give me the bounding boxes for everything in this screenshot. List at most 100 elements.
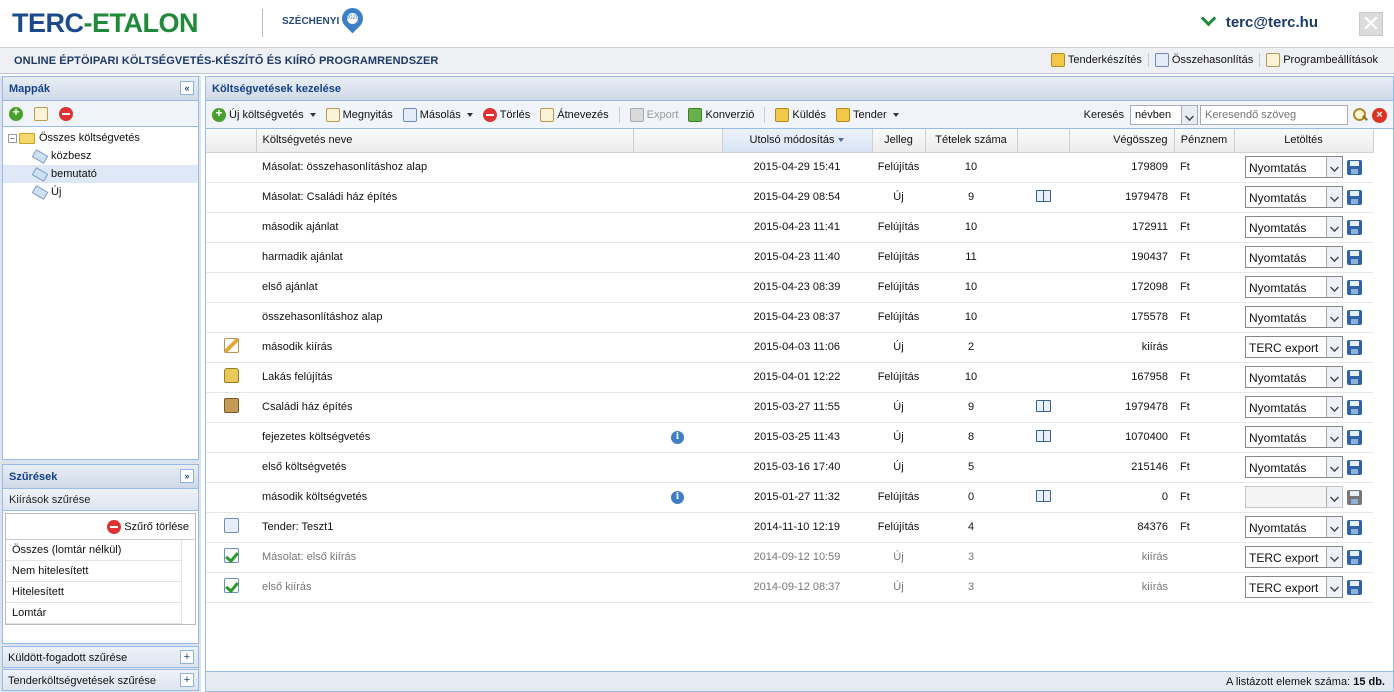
- save-icon[interactable]: [1347, 399, 1362, 415]
- save-icon[interactable]: [1347, 339, 1362, 355]
- row-name[interactable]: Másolat: Családi ház építés: [256, 182, 633, 213]
- row-name[interactable]: első kiírás: [256, 572, 633, 603]
- table-row[interactable]: Családi ház építés 2015-03-27 11:55 Új 9 197…: [206, 392, 1373, 423]
- table-row[interactable]: második kiírás 2015-04-03 11:06 Új 2 kiírás T…: [206, 332, 1373, 363]
- tree-collapse-toggle[interactable]: −: [8, 133, 17, 143]
- book-icon[interactable]: [1035, 489, 1051, 502]
- save-icon[interactable]: [1347, 369, 1362, 385]
- row-name[interactable]: Lakás felújítás: [256, 362, 633, 393]
- search-mode-select[interactable]: névben: [1130, 105, 1198, 125]
- collapse-panel-button[interactable]: «: [180, 81, 194, 95]
- row-name[interactable]: második kiírás: [256, 332, 633, 363]
- delete-folder-icon[interactable]: [59, 106, 73, 121]
- download-select[interactable]: Nyomtatás: [1245, 426, 1343, 448]
- export-button[interactable]: Export: [629, 107, 678, 122]
- tree-item-kozbesz[interactable]: közbesz: [3, 147, 198, 165]
- download-select[interactable]: Nyomtatás: [1245, 306, 1343, 328]
- copy-button[interactable]: Másolás: [402, 107, 473, 122]
- row-name[interactable]: második ajánlat: [256, 212, 633, 243]
- book-icon[interactable]: [1035, 399, 1051, 412]
- download-select[interactable]: TERC export: [1245, 576, 1343, 598]
- filter-item-lomtar[interactable]: Lomtár: [6, 603, 182, 624]
- convert-button[interactable]: Konverzió: [688, 107, 754, 122]
- edit-folder-icon[interactable]: [34, 106, 48, 121]
- logout-close-button[interactable]: ✕: [1359, 12, 1383, 36]
- col-type-header[interactable]: Jelleg: [872, 129, 926, 153]
- row-name[interactable]: első ajánlat: [256, 272, 633, 303]
- download-select[interactable]: Nyomtatás: [1245, 396, 1343, 418]
- expand-plus-icon[interactable]: +: [180, 650, 194, 664]
- send-button[interactable]: Küldés: [775, 107, 826, 122]
- accordion-tenderkoltsegvetesek[interactable]: Tenderköltségvetések szűrése +: [2, 669, 199, 691]
- accordion-kuldott-fogadott[interactable]: Küldött-fogadott szűrése +: [2, 646, 199, 668]
- user-menu[interactable]: terc@terc.hu: [1200, 10, 1318, 31]
- info-icon[interactable]: i: [671, 491, 684, 504]
- save-icon[interactable]: [1347, 159, 1362, 175]
- info-icon[interactable]: i: [671, 431, 684, 444]
- terc-etalon-logo[interactable]: TERC-ETALON: [12, 9, 198, 37]
- row-name[interactable]: Másolat: összehasonlításhoz alap: [256, 152, 633, 183]
- add-folder-icon[interactable]: [9, 105, 23, 121]
- clear-search-icon[interactable]: ×: [1372, 107, 1387, 123]
- save-icon[interactable]: [1347, 249, 1362, 265]
- save-icon[interactable]: [1347, 189, 1362, 205]
- table-row[interactable]: második költségvetés i 2015-01-27 11:32 Fel…: [206, 482, 1373, 513]
- save-icon[interactable]: [1347, 549, 1362, 565]
- nav-programbeallitasok[interactable]: Programbeállítások: [1259, 53, 1384, 67]
- row-name[interactable]: összehasonlításhoz alap: [256, 302, 633, 333]
- table-row[interactable]: harmadik ajánlat 2015-04-23 11:40 Felújítá…: [206, 242, 1373, 273]
- delete-button[interactable]: Törlés: [482, 107, 530, 122]
- table-row[interactable]: fejezetes költségvetés i 2015-03-25 11:43 Ú…: [206, 422, 1373, 453]
- filter-item-osszes[interactable]: Összes (lomtár nélkül): [6, 540, 182, 561]
- nav-osszehasonlitas[interactable]: Összehasonlítás: [1147, 53, 1259, 67]
- save-icon[interactable]: [1347, 459, 1362, 475]
- download-select[interactable]: Nyomtatás: [1245, 366, 1343, 388]
- tree-root[interactable]: − Összes költségvetés: [3, 129, 198, 147]
- download-select[interactable]: Nyomtatás: [1245, 276, 1343, 298]
- col-count-header[interactable]: Tételek száma: [925, 129, 1018, 153]
- filter-section-kiirasok[interactable]: Kiírások szűrése: [3, 489, 198, 511]
- row-name[interactable]: Tender: Teszt1: [256, 512, 633, 543]
- download-select[interactable]: Nyomtatás: [1245, 216, 1343, 238]
- row-name[interactable]: Családi ház építés: [256, 392, 633, 423]
- row-name[interactable]: fejezetes költségvetés: [256, 422, 633, 453]
- tender-button[interactable]: Tender: [836, 107, 899, 122]
- save-icon[interactable]: [1347, 279, 1362, 295]
- col-total-header[interactable]: Végösszeg: [1069, 129, 1175, 153]
- tree-item-bemutato[interactable]: bemutató: [3, 165, 198, 183]
- download-select[interactable]: TERC export: [1245, 546, 1343, 568]
- save-icon[interactable]: [1347, 519, 1362, 535]
- table-row[interactable]: összehasonlításhoz alap 2015-04-23 08:37 F…: [206, 302, 1373, 333]
- row-name[interactable]: első költségvetés: [256, 452, 633, 483]
- expand-plus-icon[interactable]: +: [180, 673, 194, 687]
- table-row[interactable]: első ajánlat 2015-04-23 08:39 Felújítás 10 1…: [206, 272, 1373, 303]
- table-row[interactable]: első költségvetés 2015-03-16 17:40 Új 5 2151…: [206, 452, 1373, 483]
- download-select[interactable]: Nyomtatás: [1245, 156, 1343, 178]
- download-select[interactable]: TERC export: [1245, 336, 1343, 358]
- filter-item-hitelesitett[interactable]: Hitelesített: [6, 582, 182, 603]
- filter-item-nem-hitelesitett[interactable]: Nem hitelesített: [6, 561, 182, 582]
- book-icon[interactable]: [1035, 429, 1051, 442]
- download-select[interactable]: Nyomtatás: [1245, 456, 1343, 478]
- table-row[interactable]: Másolat: Családi ház építés 2015-04-29 08…: [206, 182, 1373, 213]
- open-button[interactable]: Megnyitás: [325, 107, 393, 122]
- row-name[interactable]: harmadik ajánlat: [256, 242, 633, 273]
- expand-panel-button[interactable]: »: [180, 469, 194, 483]
- save-icon[interactable]: [1347, 219, 1362, 235]
- table-row[interactable]: második ajánlat 2015-04-23 11:41 Felújítás…: [206, 212, 1373, 243]
- rename-button[interactable]: Átnevezés: [540, 107, 609, 122]
- tree-item-uj[interactable]: Új: [3, 183, 198, 201]
- save-icon[interactable]: [1347, 309, 1362, 325]
- table-row[interactable]: Lakás felújítás 2015-04-01 12:22 Felújítás…: [206, 362, 1373, 393]
- download-select[interactable]: Nyomtatás: [1245, 246, 1343, 268]
- table-row[interactable]: Tender: Teszt1 2014-11-10 12:19 Felújítás 4…: [206, 512, 1373, 543]
- book-icon[interactable]: [1035, 189, 1051, 202]
- col-currency-header[interactable]: Pénznem: [1174, 129, 1235, 153]
- save-icon[interactable]: [1347, 429, 1362, 445]
- col-modified-header[interactable]: Utolsó módosítás: [722, 129, 873, 153]
- search-input[interactable]: [1200, 105, 1348, 125]
- table-row[interactable]: első kiírás 2014-09-12 08:37 Új 3 kiírás TERC…: [206, 572, 1373, 603]
- col-name-header[interactable]: Költségvetés neve: [256, 129, 634, 153]
- new-budget-button[interactable]: Új költségvetés: [212, 106, 316, 122]
- download-select[interactable]: Nyomtatás: [1245, 186, 1343, 208]
